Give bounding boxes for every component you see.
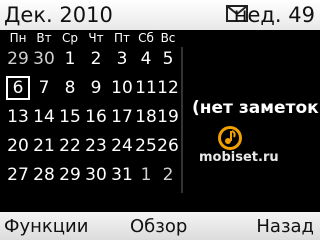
- calendar-day[interactable]: 27: [6, 163, 30, 187]
- overview-softkey[interactable]: Обзор: [130, 215, 187, 239]
- month-title: Дек. 2010: [4, 3, 113, 27]
- calendar-day[interactable]: 10: [110, 76, 134, 100]
- calendar-day[interactable]: 25: [134, 134, 158, 158]
- calendar-day[interactable]: 7: [32, 76, 56, 100]
- calendar-day[interactable]: 23: [84, 134, 108, 158]
- calendar-day[interactable]: 15: [58, 105, 82, 129]
- calendar-day[interactable]: 9: [84, 76, 108, 100]
- weekday-label: Чт: [88, 31, 104, 45]
- watermark-text: mobiset.ru: [199, 150, 279, 165]
- calendar-day-selected[interactable]: 6: [6, 76, 30, 100]
- calendar-day[interactable]: 30: [84, 163, 108, 187]
- calendar-day[interactable]: 16: [84, 105, 108, 129]
- calendar-day[interactable]: 14: [32, 105, 56, 129]
- weekday-label: Вс: [160, 31, 176, 45]
- calendar-day[interactable]: 22: [58, 134, 82, 158]
- calendar-day[interactable]: 26: [156, 134, 180, 158]
- back-softkey[interactable]: Назад: [256, 215, 314, 239]
- weekday-label: Сб: [138, 31, 154, 45]
- weekday-header: Пн Вт Ср Чт Пт Сб Вс: [0, 30, 320, 46]
- calendar-day[interactable]: 4: [134, 47, 158, 71]
- calendar-grid: 29 30 1 2 3 4 5 6 7 8 9 10 11 12 13 14 15 16 17 18 19 20 21 22 2…: [0, 47, 180, 195]
- functions-softkey[interactable]: Функции: [4, 215, 88, 239]
- calendar-day[interactable]: 21: [32, 134, 56, 158]
- calendar-day[interactable]: 2: [84, 47, 108, 71]
- calendar-day[interactable]: 11: [134, 76, 158, 100]
- calendar-day[interactable]: 12: [156, 76, 180, 100]
- calendar-day[interactable]: 2: [156, 163, 180, 187]
- calendar-day[interactable]: 8: [58, 76, 82, 100]
- notes-empty-label: (нет заметок): [192, 98, 320, 118]
- calendar-day[interactable]: 20: [6, 134, 30, 158]
- calendar-day[interactable]: 1: [58, 47, 82, 71]
- calendar-day[interactable]: 30: [32, 47, 56, 71]
- weekday-label: Пн: [9, 31, 27, 45]
- watermark-logo: [218, 126, 242, 150]
- header-bar: Дек. 2010 нед. 49: [0, 0, 320, 30]
- weekday-label: Пт: [113, 31, 130, 45]
- calendar-day[interactable]: 13: [6, 105, 30, 129]
- week-number: нед. 49: [233, 3, 315, 27]
- calendar-day[interactable]: 31: [110, 163, 134, 187]
- calendar-day[interactable]: 17: [110, 105, 134, 129]
- weekday-label: Вт: [36, 31, 52, 45]
- calendar-screen: Дек. 2010 нед. 49 Пн Вт Ср Чт Пт Сб Вс 29 30 1 2 3…: [0, 0, 320, 240]
- calendar-day[interactable]: 29: [58, 163, 82, 187]
- calendar-day[interactable]: 29: [6, 47, 30, 71]
- calendar-day[interactable]: 19: [156, 105, 180, 129]
- weekday-label: Ср: [62, 31, 78, 45]
- calendar-day[interactable]: 1: [134, 163, 158, 187]
- calendar-day[interactable]: 3: [110, 47, 134, 71]
- calendar-day[interactable]: 24: [110, 134, 134, 158]
- calendar-day[interactable]: 18: [134, 105, 158, 129]
- divider: [181, 47, 183, 193]
- softkey-bar: Функции Обзор Назад: [0, 212, 320, 240]
- calendar-day[interactable]: 5: [156, 47, 180, 71]
- calendar-day[interactable]: 28: [32, 163, 56, 187]
